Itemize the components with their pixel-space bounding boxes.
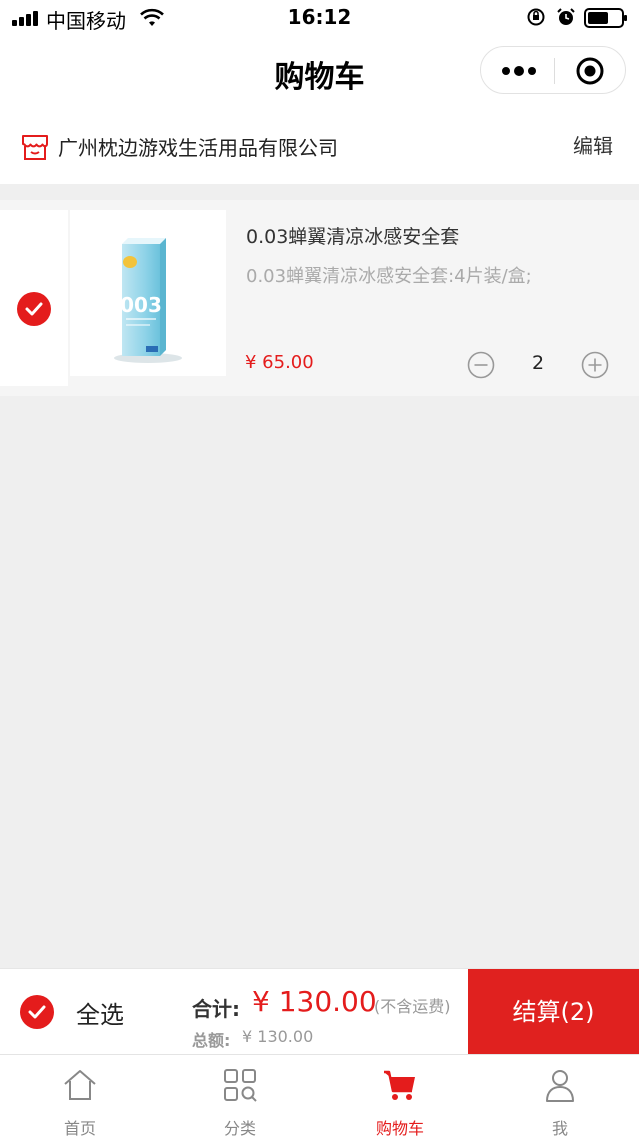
- cart-item: 003 0.03蝉翼清凉冰感安全套 0.03蝉翼清凉冰感安全套:4片装/盒; ¥…: [0, 200, 639, 396]
- item-select-column: [0, 210, 68, 386]
- total-value: ¥ 130.00: [242, 1027, 314, 1046]
- tab-cart[interactable]: 购物车: [320, 1055, 480, 1136]
- mini-program-capsule: [480, 46, 626, 94]
- store-header: 广州枕边游戏生活用品有限公司 编辑: [0, 104, 639, 184]
- tab-me[interactable]: 我: [480, 1055, 639, 1136]
- edit-button[interactable]: 编辑: [573, 130, 613, 159]
- product-thumb-label: 003: [120, 293, 162, 317]
- navigation-bar: 购物车: [0, 36, 639, 104]
- status-bar: 中国移动 16:12: [0, 0, 639, 36]
- tab-category[interactable]: 分类: [160, 1055, 320, 1136]
- home-icon: [64, 1070, 96, 1100]
- decrease-quantity-icon[interactable]: [467, 351, 495, 379]
- product-title[interactable]: 0.03蝉翼清凉冰感安全套: [246, 222, 459, 249]
- product-thumbnail[interactable]: 003: [70, 210, 226, 376]
- tab-label: 我: [551, 1119, 568, 1136]
- category-icon: [224, 1069, 257, 1102]
- tab-label: 购物车: [375, 1119, 424, 1136]
- checkout-button[interactable]: 结算(2): [468, 969, 639, 1055]
- product-price: ¥ 65.00: [245, 352, 314, 373]
- quantity-value[interactable]: 2: [520, 352, 556, 374]
- checkout-bar: 全选 合计: ¥ 130.00 (不含运费) 总额: ¥ 130.00 结算(2…: [0, 968, 639, 1055]
- item-checkbox[interactable]: [17, 292, 51, 326]
- checkmark-icon: [25, 302, 43, 316]
- tab-home[interactable]: 首页: [0, 1055, 160, 1136]
- store-icon: [22, 135, 48, 160]
- tab-bar: 首页 分类 购物车 我: [0, 1054, 639, 1136]
- shipping-note: (不含运费): [374, 997, 451, 1016]
- increase-quantity-icon[interactable]: [581, 351, 609, 379]
- checkmark-icon: [28, 1005, 46, 1019]
- battery-icon: [584, 8, 627, 28]
- subtotal-label: 合计:: [192, 997, 240, 1021]
- user-icon: [546, 1070, 574, 1102]
- total-label: 总额:: [192, 1031, 231, 1050]
- cart-icon: [384, 1070, 415, 1100]
- tab-label: 分类: [223, 1119, 256, 1136]
- product-box-image: 003: [114, 238, 182, 363]
- close-mini-program-icon[interactable]: [575, 56, 605, 86]
- alarm-icon: [557, 8, 575, 25]
- store-name[interactable]: 广州枕边游戏生活用品有限公司: [58, 132, 338, 161]
- select-all-label[interactable]: 全选: [76, 995, 124, 1030]
- capsule-divider: [554, 58, 555, 84]
- tab-label: 首页: [63, 1119, 96, 1136]
- subtotal-value: ¥ 130.00: [252, 985, 377, 1018]
- select-all-checkbox[interactable]: [20, 995, 54, 1029]
- product-spec: 0.03蝉翼清凉冰感安全套:4片装/盒;: [246, 266, 532, 287]
- more-icon[interactable]: [501, 61, 537, 81]
- rotation-lock-icon: [527, 8, 545, 26]
